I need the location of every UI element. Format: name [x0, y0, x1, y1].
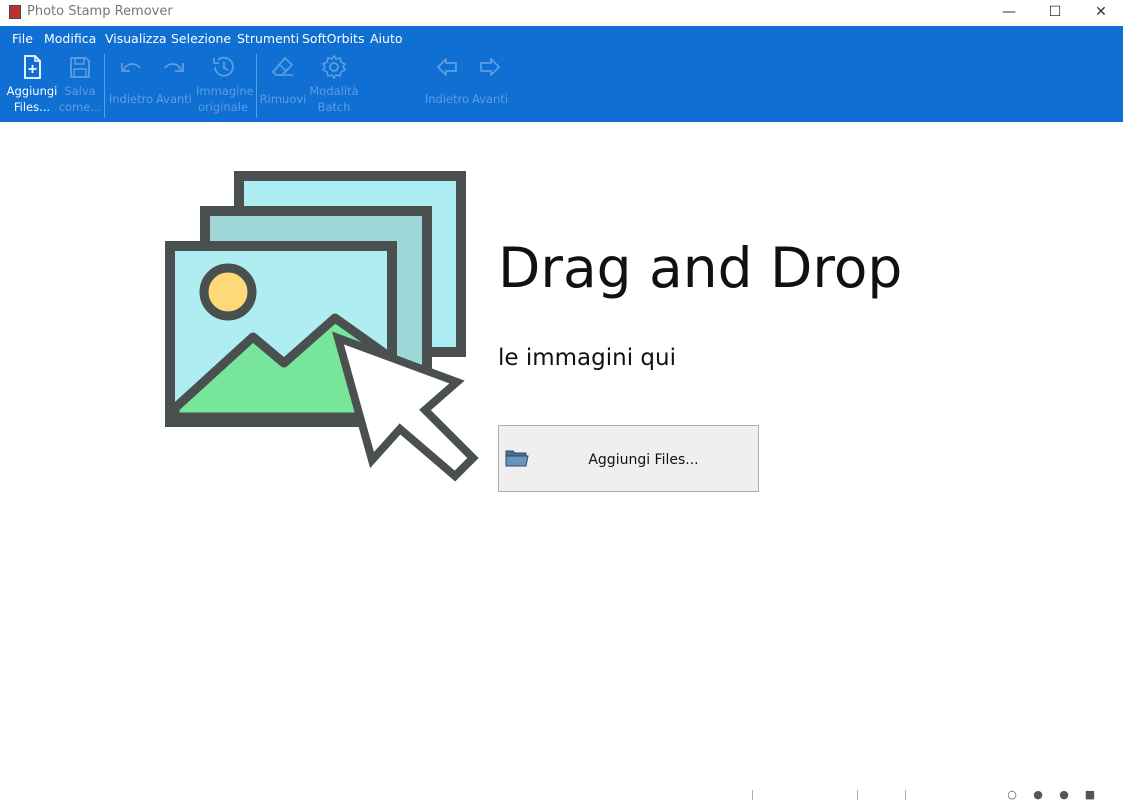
add-files-button[interactable]: Aggiungi Files... [5, 54, 59, 115]
close-button[interactable]: ✕ [1078, 0, 1123, 26]
add-files-main-label: Aggiungi Files... [588, 452, 699, 468]
toolbar: AggiungiFiles... Salvacome... Indietro [0, 50, 1123, 122]
menu-visualizza[interactable]: Visualizza [105, 31, 167, 46]
undo-icon [121, 63, 141, 72]
redo-button[interactable]: Avanti [147, 54, 201, 107]
batch-mode-button[interactable]: Modalità Batch [307, 54, 361, 115]
add-files-main-button[interactable]: Aggiungi Files... [498, 425, 759, 492]
add-file-icon [24, 55, 41, 79]
status-separator [905, 790, 906, 800]
menu-selezione[interactable]: Selezione [171, 31, 231, 46]
drag-drop-subheading: le immagini qui [498, 345, 676, 371]
status-separator [752, 790, 753, 800]
arrow-right-icon [480, 58, 500, 76]
minimize-button[interactable]: — [986, 0, 1032, 26]
cursor-arrow-icon [332, 331, 479, 482]
next-image-button[interactable]: Avanti [463, 54, 517, 107]
original-label-2: originale [197, 100, 249, 114]
drag-drop-heading: Drag and Drop [498, 236, 903, 300]
history-icon [213, 56, 234, 77]
menu-aiuto[interactable]: Aiuto [370, 31, 403, 46]
redo-icon [164, 63, 184, 72]
redo-label: Avanti [155, 92, 193, 106]
remove-button[interactable]: Rimuovi [256, 54, 310, 107]
original-label-1: Immagine [196, 84, 254, 98]
menu-modifica[interactable]: Modifica [44, 31, 96, 46]
twitter-icon[interactable]: ● [1058, 789, 1070, 800]
gear-icon [321, 54, 347, 80]
eraser-icon [271, 56, 294, 76]
status-bar: ○ ● ● ■ [0, 788, 1123, 800]
info-icon[interactable]: ○ [1006, 789, 1018, 800]
add-files-label-2: Files... [13, 100, 51, 114]
app-icon [9, 5, 21, 19]
batch-label-2: Batch [317, 100, 351, 114]
add-files-label-1: Aggiungi [6, 84, 58, 98]
menu-softorbits[interactable]: SoftOrbits [302, 31, 364, 46]
remove-label: Rimuovi [259, 92, 307, 106]
original-image-button[interactable]: Immagine originale [196, 54, 254, 115]
maximize-button[interactable]: ☐ [1032, 0, 1078, 26]
facebook-icon[interactable]: ● [1032, 789, 1044, 800]
save-as-button[interactable]: Salva come... [53, 54, 107, 115]
youtube-icon[interactable]: ■ [1084, 789, 1096, 800]
save-as-label-2: come... [58, 100, 102, 114]
title-bar: Photo Stamp Remover — ☐ ✕ [0, 0, 1123, 26]
arrow-left-icon [437, 58, 457, 76]
next-label: Avanti [471, 92, 509, 106]
menu-file[interactable]: File [12, 31, 33, 46]
ribbon: File Modifica Visualizza Selezione Strum… [0, 26, 1123, 122]
save-as-label-1: Salva [64, 84, 96, 98]
window-title: Photo Stamp Remover [27, 4, 173, 19]
save-icon [70, 57, 90, 78]
status-separator [857, 790, 858, 800]
batch-label-1: Modalità [309, 84, 359, 98]
menu-strumenti[interactable]: Strumenti [237, 31, 299, 46]
photos-illustration [165, 171, 479, 482]
